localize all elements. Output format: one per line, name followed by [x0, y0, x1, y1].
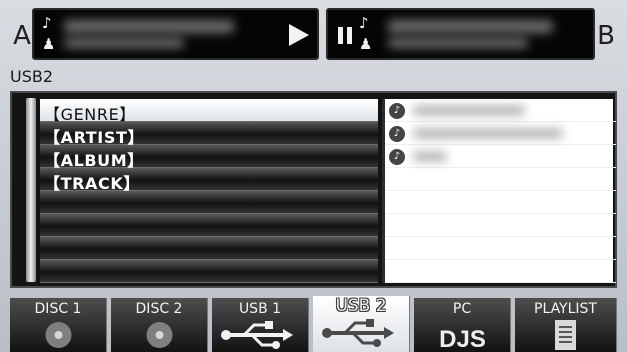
deck-a-label: A [13, 21, 31, 51]
menu-item-artist[interactable]: 【ARTIST】 [40, 122, 378, 147]
blurred-genre-name [413, 106, 525, 115]
source-tabs: DISC 1 DISC 2 USB 1 USB 2 PC DJS PLAYLIS… [10, 296, 617, 352]
tab-disc-1[interactable]: DISC 1 [10, 298, 107, 352]
tab-label: USB 2 [335, 296, 387, 316]
menu-item-genre[interactable]: 【GENRE】 [40, 99, 378, 124]
tab-usb-2[interactable]: USB 2 [313, 296, 410, 352]
blurred-track-title [388, 20, 553, 33]
genre-icon: ♪ [389, 149, 405, 165]
disc-icon [45, 322, 72, 348]
deck-a-panel[interactable]: ♪ ♟ [32, 8, 319, 60]
tab-label: USB 1 [238, 301, 282, 317]
tab-disc-2[interactable]: DISC 2 [111, 298, 208, 352]
music-note-icon: ♪ [42, 14, 52, 32]
empty-menu-row [40, 214, 378, 237]
blurred-artist-name [64, 38, 184, 48]
tab-pc[interactable]: PC DJS [414, 298, 511, 352]
media-browser: 【GENRE】 【ARTIST】 【ALBUM】 【TRACK】 ♪ ♪ ♪ [10, 91, 617, 288]
blurred-genre-name [413, 152, 447, 161]
usb-icon [221, 321, 293, 349]
scrollbar[interactable] [26, 98, 36, 282]
tab-usb-1[interactable]: USB 1 [212, 298, 309, 352]
preview-pane: ♪ ♪ ♪ [382, 99, 616, 283]
tab-label: PLAYLIST [534, 301, 597, 317]
usb-icon [322, 319, 394, 347]
menu-item-track[interactable]: 【TRACK】 [40, 168, 378, 193]
empty-preview-row [385, 168, 616, 191]
deck-b-label: B [597, 21, 615, 51]
disc-icon [146, 322, 173, 348]
blurred-artist-name [388, 38, 528, 48]
preview-row[interactable]: ♪ [385, 99, 616, 122]
person-icon: ♟ [359, 35, 373, 53]
deck-b-panel[interactable]: ♪ ♟ [326, 8, 595, 60]
tab-playlist[interactable]: PLAYLIST [515, 298, 617, 352]
person-icon: ♟ [42, 35, 56, 53]
svg-text:DJS: DJS [439, 326, 486, 352]
category-menu: 【GENRE】 【ARTIST】 【ALBUM】 【TRACK】 [40, 99, 378, 283]
tab-label: PC [452, 301, 472, 317]
empty-preview-row [385, 191, 616, 214]
menu-item-album[interactable]: 【ALBUM】 [40, 145, 378, 170]
tab-label: DISC 1 [34, 301, 82, 317]
pause-icon[interactable] [338, 27, 352, 44]
blurred-track-title [64, 20, 234, 33]
genre-icon: ♪ [389, 126, 405, 142]
empty-preview-row [385, 237, 616, 260]
playlist-icon [555, 320, 576, 350]
preview-row[interactable]: ♪ [385, 122, 616, 145]
source-title: USB2 [10, 67, 54, 86]
blurred-genre-name [413, 129, 563, 138]
empty-menu-row [40, 237, 378, 260]
play-icon[interactable] [289, 24, 309, 46]
empty-menu-row [40, 191, 378, 214]
empty-preview-row [385, 214, 616, 237]
preview-row[interactable]: ♪ [385, 145, 616, 168]
djs-icon: DJS [439, 326, 486, 352]
tab-label: DISC 2 [135, 301, 183, 317]
empty-preview-row [385, 260, 616, 283]
empty-menu-row [40, 260, 378, 283]
genre-icon: ♪ [389, 103, 405, 119]
dj-browser-screen: A ♪ ♟ ♪ ♟ B USB2 【GENRE】 【ARTIST】 【ALBUM… [0, 0, 627, 352]
deck-status-bar: A ♪ ♟ ♪ ♟ B [8, 6, 619, 62]
music-note-icon: ♪ [359, 14, 369, 32]
